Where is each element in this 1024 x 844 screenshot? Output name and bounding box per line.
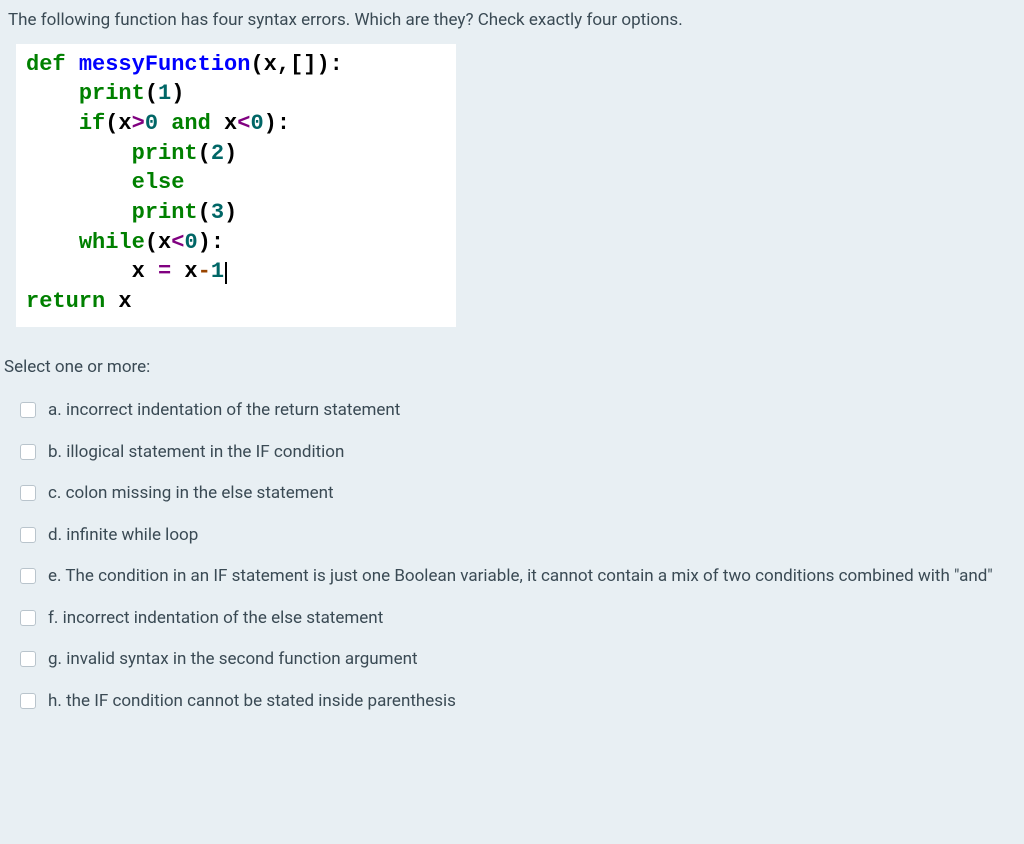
option-f[interactable]: f. incorrect indentation of the else sta…: [8, 598, 1016, 640]
code-print: print: [132, 200, 198, 225]
option-label: a. incorrect indentation of the return s…: [48, 398, 1016, 424]
code-if: if: [79, 111, 105, 136]
code-print: print: [79, 81, 145, 106]
code-params: (x,[]):: [250, 52, 342, 77]
question-prompt: The following function has four syntax e…: [0, 0, 1024, 44]
option-label: d. infinite while loop: [48, 523, 1016, 549]
option-e[interactable]: e. The condition in an IF statement is j…: [8, 556, 1016, 598]
option-b[interactable]: b. illogical statement in the IF conditi…: [8, 432, 1016, 474]
option-label: f. incorrect indentation of the else sta…: [48, 606, 1016, 632]
option-label: e. The condition in an IF statement is j…: [48, 564, 1016, 590]
code-keyword-def: def: [26, 52, 66, 77]
text-cursor-icon: [225, 262, 227, 284]
code-block: def messyFunction(x,[]): print(1) if(x>0…: [16, 44, 456, 327]
code-while: while: [79, 230, 145, 255]
checkbox-b[interactable]: [20, 444, 36, 460]
option-a[interactable]: a. incorrect indentation of the return s…: [8, 390, 1016, 432]
checkbox-f[interactable]: [20, 610, 36, 626]
option-label: g. invalid syntax in the second function…: [48, 647, 1016, 673]
code-fn-name: messyFunction: [79, 52, 251, 77]
checkbox-h[interactable]: [20, 693, 36, 709]
option-c[interactable]: c. colon missing in the else statement: [8, 473, 1016, 515]
option-h[interactable]: h. the IF condition cannot be stated ins…: [8, 681, 1016, 723]
checkbox-a[interactable]: [20, 402, 36, 418]
checkbox-d[interactable]: [20, 527, 36, 543]
options-list: a. incorrect indentation of the return s…: [0, 390, 1024, 722]
option-label: c. colon missing in the else statement: [48, 481, 1016, 507]
option-g[interactable]: g. invalid syntax in the second function…: [8, 639, 1016, 681]
select-prompt: Select one or more:: [0, 327, 1024, 391]
code-return: return: [26, 289, 105, 314]
option-label: h. the IF condition cannot be stated ins…: [48, 689, 1016, 715]
checkbox-e[interactable]: [20, 568, 36, 584]
checkbox-c[interactable]: [20, 485, 36, 501]
checkbox-g[interactable]: [20, 651, 36, 667]
quiz-question: The following function has four syntax e…: [0, 0, 1024, 722]
option-label: b. illogical statement in the IF conditi…: [48, 440, 1016, 466]
option-d[interactable]: d. infinite while loop: [8, 515, 1016, 557]
code-print: print: [132, 141, 198, 166]
code-else: else: [132, 170, 185, 195]
